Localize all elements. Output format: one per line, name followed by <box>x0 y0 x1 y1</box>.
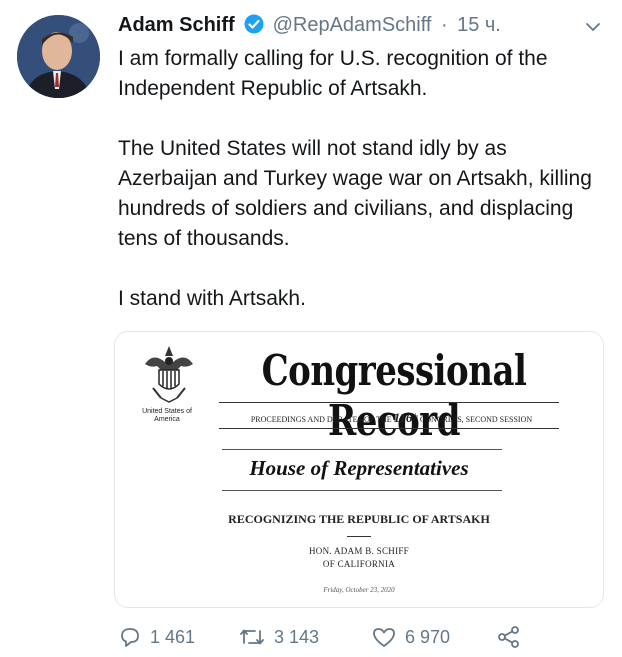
congress-suffix: th <box>412 412 418 421</box>
eagle-seal-icon <box>143 342 195 411</box>
masthead-rule-bottom <box>219 428 559 429</box>
share-button[interactable] <box>496 625 530 649</box>
speaker-name: HON. ADAM B. SCHIFF <box>309 546 409 556</box>
reply-button[interactable]: 1 461 <box>118 625 195 649</box>
congress-number: 116 <box>393 410 413 425</box>
reply-count: 1 461 <box>150 626 196 647</box>
attached-image-card[interactable]: United States of America Congressional R… <box>114 331 604 608</box>
speaker-state: OF CALIFORNIA <box>322 559 396 569</box>
record-date: Friday, October 23, 2020 <box>323 586 395 594</box>
like-count: 6 970 <box>405 626 451 647</box>
record-heading: RECOGNIZING THE REPUBLIC OF ARTSAKH <box>228 512 490 526</box>
tweet-header: Adam Schiff @RepAdamSchiff · 15 ч. <box>118 14 602 44</box>
chevron-down-icon[interactable] <box>584 18 602 41</box>
record-subtitle: PROCEEDINGS AND DEBATES OF THE 116th CON… <box>219 410 564 426</box>
seal-caption: United States of America <box>142 408 192 423</box>
reply-icon <box>121 628 139 647</box>
chamber-rule-top <box>222 449 502 450</box>
masthead-rule-top <box>219 402 559 403</box>
tweet-actions: 1 461 3 143 6 970 <box>118 625 538 649</box>
retweet-button[interactable]: 3 143 <box>238 625 319 649</box>
tweet-timestamp[interactable]: 15 ч. <box>457 14 501 36</box>
like-button[interactable]: 6 970 <box>371 625 450 649</box>
subtitle-prefix: PROCEEDINGS AND DEBATES OF THE <box>250 415 392 424</box>
chamber-title: House of Representatives <box>249 456 469 480</box>
share-icon <box>498 626 519 648</box>
separator-dot: · <box>440 14 448 36</box>
subtitle-suffix: CONGRESS, SECOND SESSION <box>419 415 533 424</box>
record-masthead-title: Congressional Record <box>261 346 527 446</box>
tweet-paragraph: I stand with Artsakh. <box>118 287 306 310</box>
author-avatar[interactable] <box>17 15 100 98</box>
author-name[interactable]: Adam Schiff <box>118 14 235 36</box>
tweet-paragraph: I am formally calling for U.S. recogniti… <box>118 47 548 100</box>
author-handle[interactable]: @RepAdamSchiff <box>273 14 432 36</box>
tweet-paragraph: The United States will not stand idly by… <box>118 137 592 250</box>
tweet-text: I am formally calling for U.S. recogniti… <box>118 44 608 344</box>
retweet-icon <box>240 629 264 645</box>
heading-divider <box>347 536 371 537</box>
chamber-rule-bottom <box>222 490 502 491</box>
verified-badge-icon <box>244 14 264 39</box>
retweet-count: 3 143 <box>274 626 320 647</box>
like-icon <box>373 628 395 647</box>
